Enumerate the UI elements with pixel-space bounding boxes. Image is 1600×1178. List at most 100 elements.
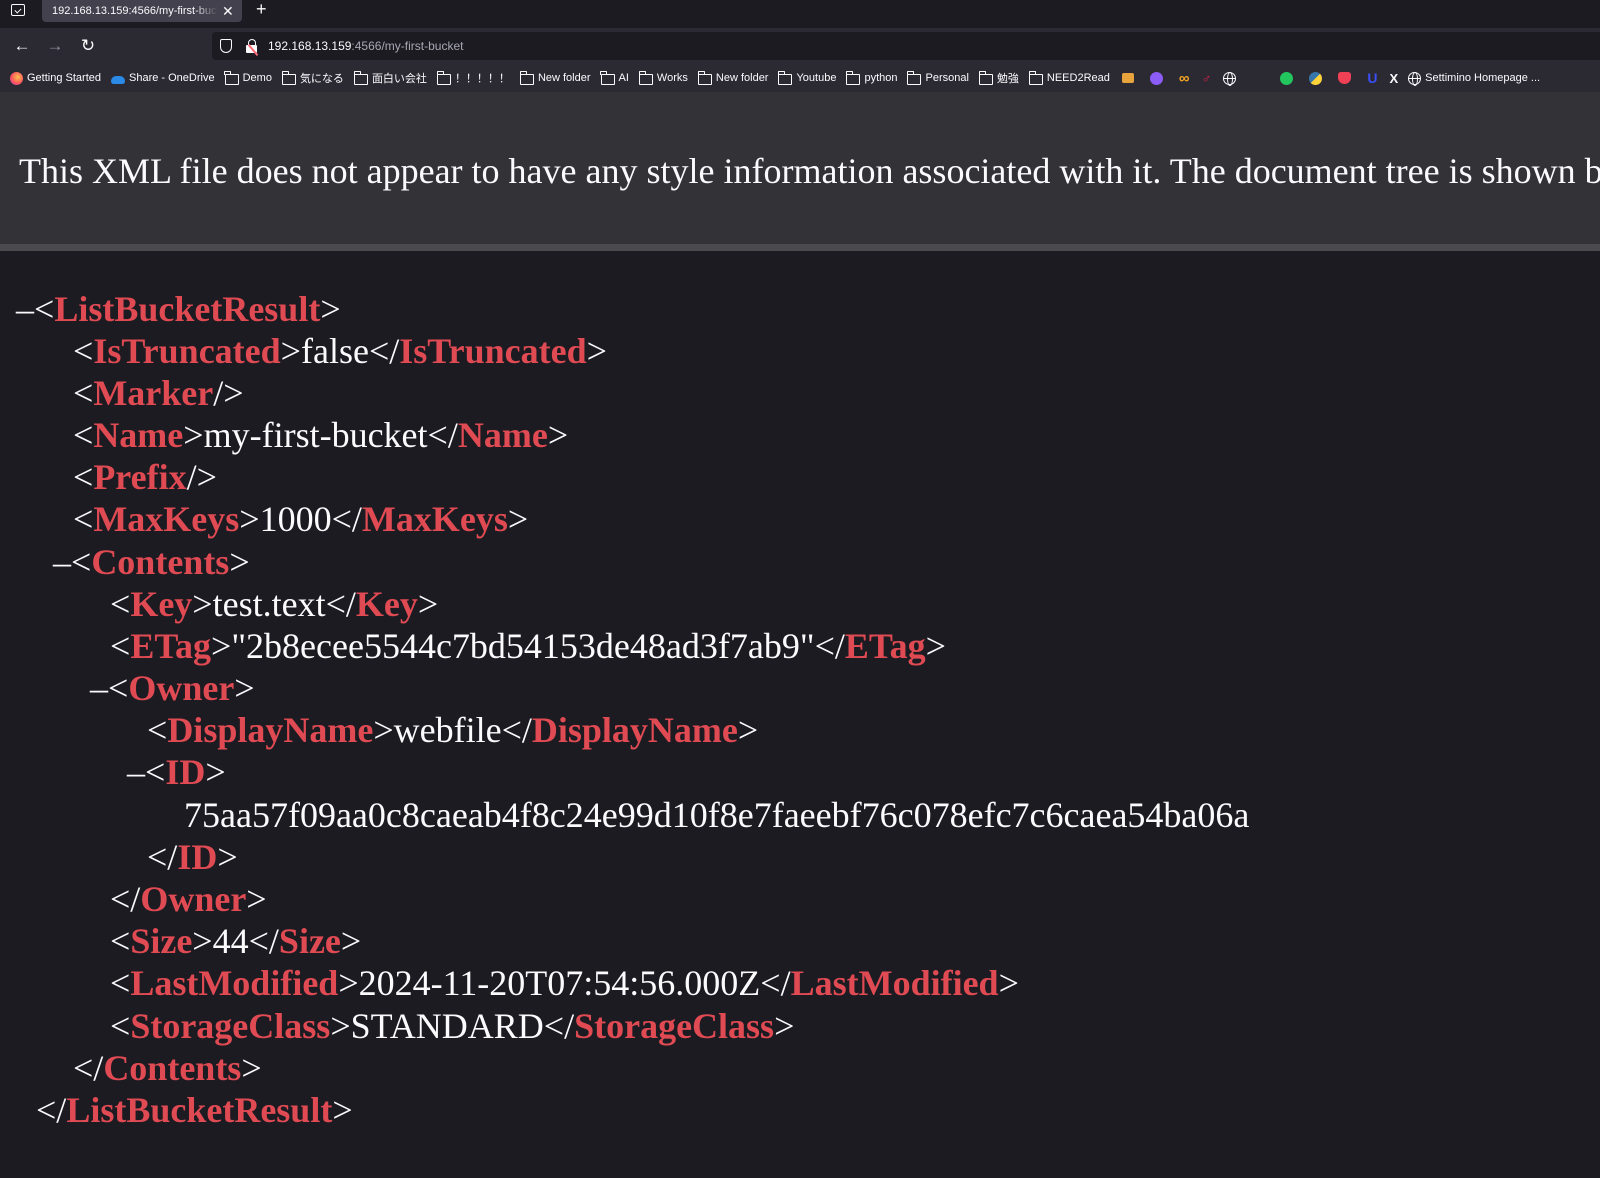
xml-tag: Name bbox=[93, 415, 184, 455]
xml-value: test.text bbox=[212, 584, 326, 624]
bookmark-folder-youtube[interactable]: Youtube bbox=[778, 71, 836, 85]
python-icon[interactable] bbox=[1309, 71, 1323, 85]
bookmark-settimino[interactable]: Settimino Homepage ... bbox=[1408, 71, 1541, 86]
xml-tag: Contents bbox=[103, 1048, 242, 1088]
xml-value: my-first-bucket bbox=[203, 415, 428, 455]
firefox-icon bbox=[10, 71, 23, 85]
purple-shield-icon[interactable] bbox=[1149, 71, 1163, 85]
collapse-toggle[interactable]: – bbox=[90, 668, 108, 708]
xml-tag: ETag bbox=[844, 626, 926, 666]
folder-icon bbox=[846, 71, 861, 85]
xml-tag: IsTruncated bbox=[93, 331, 281, 371]
xml-line-etag: <ETag>"2b8ecee5544c7bd54153de48ad3f7ab9"… bbox=[110, 626, 946, 666]
xml-line-id-open: –<ID> bbox=[127, 752, 226, 792]
bookmark-label: Works bbox=[656, 72, 688, 84]
onedrive-cloud-icon bbox=[111, 75, 125, 84]
tracking-shield-icon[interactable] bbox=[220, 39, 232, 53]
bookmark-folder-works[interactable]: Works bbox=[638, 71, 688, 85]
tab-title: 192.168.13.159:4566/my-first-bucket bbox=[52, 5, 218, 17]
collapse-toggle[interactable]: – bbox=[16, 289, 34, 329]
xml-tag: IsTruncated bbox=[399, 331, 587, 371]
bookmark-folder-need2read[interactable]: NEED2Read bbox=[1028, 71, 1110, 85]
xml-line-root-open: –<ListBucketResult> bbox=[16, 289, 341, 329]
folder-icon bbox=[281, 71, 296, 85]
xml-tag: LastModified bbox=[130, 963, 339, 1003]
bookmark-label: AI bbox=[618, 72, 629, 84]
xml-value: 2024-11-20T07:54:56.000Z bbox=[358, 963, 761, 1003]
bookmark-folder-ai[interactable]: AI bbox=[600, 71, 629, 85]
xml-tag: Owner bbox=[128, 668, 235, 708]
url-host: 192.168.13.159 bbox=[268, 39, 352, 53]
xml-line-contents-open: –<Contents> bbox=[53, 542, 250, 582]
url-path: :4566/my-first-bucket bbox=[351, 39, 464, 53]
bookmark-folder-personal[interactable]: Personal bbox=[907, 71, 969, 85]
globe-icon bbox=[1408, 71, 1422, 86]
xml-tag: LastModified bbox=[790, 963, 999, 1003]
red-app-icon[interactable]: ♂ bbox=[1202, 71, 1212, 86]
bookmark-folder-demo[interactable]: Demo bbox=[224, 71, 272, 85]
folder-icon bbox=[519, 71, 534, 85]
folder-icon bbox=[600, 71, 615, 85]
url-text[interactable]: 192.168.13.159:4566/my-first-bucket bbox=[268, 39, 463, 53]
bookmark-label: Getting Started bbox=[27, 72, 101, 84]
xml-value: 75aa57f09aa0c8caeab4f8c24e99d10f8e7faeeb… bbox=[184, 795, 1250, 835]
infinity-icon[interactable]: ∞ bbox=[1179, 70, 1190, 87]
bookmark-getting-started[interactable]: Getting Started bbox=[10, 71, 101, 85]
bookmark-folder-new-folder-2[interactable]: New folder bbox=[697, 71, 769, 85]
pocket-icon[interactable] bbox=[1338, 72, 1352, 84]
bookmark-label: 勉強 bbox=[996, 73, 1019, 85]
xml-style-notice: This XML file does not appear to have an… bbox=[0, 92, 1600, 244]
collapse-toggle[interactable]: – bbox=[127, 752, 145, 792]
green-chat-icon[interactable] bbox=[1280, 71, 1294, 85]
reload-icon[interactable]: ↻ bbox=[76, 34, 100, 58]
xml-line-key: <Key>test.text</Key> bbox=[110, 584, 439, 624]
xml-line-displayname: <DisplayName>webfile</DisplayName> bbox=[147, 710, 759, 750]
close-icon[interactable]: ✕ bbox=[222, 4, 234, 18]
xml-value: 1000 bbox=[259, 499, 332, 539]
image-icon[interactable] bbox=[1121, 73, 1134, 83]
folder-icon bbox=[978, 71, 993, 85]
bookmark-label: ！！！！！ bbox=[454, 73, 510, 85]
xml-line-prefix: <Prefix/> bbox=[73, 457, 217, 497]
plus-icon[interactable]: + bbox=[256, 0, 267, 18]
xml-tag: Name bbox=[457, 415, 548, 455]
collapse-toggle[interactable]: – bbox=[53, 542, 71, 582]
tab-list-icon[interactable] bbox=[6, 0, 30, 20]
xml-line-id-value: 75aa57f09aa0c8caeab4f8c24e99d10f8e7faeeb… bbox=[184, 794, 1249, 836]
x-icon[interactable]: X bbox=[1389, 71, 1398, 86]
bookmark-folder-kininaru[interactable]: 気になる bbox=[281, 70, 344, 86]
xml-line-owner-open: –<Owner> bbox=[90, 668, 255, 708]
bookmark-folder-benkyou[interactable]: 勉強 bbox=[978, 70, 1019, 86]
arrow-right-icon[interactable]: → bbox=[43, 34, 67, 58]
xml-value: webfile bbox=[393, 710, 502, 750]
bookmark-label: Settimino Homepage ... bbox=[1425, 72, 1541, 84]
bookmark-folder-python[interactable]: python bbox=[846, 71, 897, 85]
xml-tag: StorageClass bbox=[574, 1006, 775, 1046]
xml-value: 44 bbox=[212, 921, 249, 961]
bookmark-label: New folder bbox=[715, 72, 769, 84]
insecure-lock-icon[interactable] bbox=[246, 39, 259, 57]
bookmark-label: 気になる bbox=[299, 73, 344, 85]
globe-icon[interactable] bbox=[1223, 71, 1237, 86]
active-tab[interactable]: 192.168.13.159:4566/my-first-bucket ✕ bbox=[42, 0, 242, 22]
blue-u-icon[interactable]: U bbox=[1367, 70, 1377, 86]
xml-tag: Key bbox=[130, 584, 193, 624]
bookmark-onedrive[interactable]: Share - OneDrive bbox=[111, 72, 215, 84]
notice-divider bbox=[0, 244, 1600, 251]
xml-line-marker: <Marker/> bbox=[73, 373, 244, 413]
bookmark-folder-new-folder[interactable]: New folder bbox=[519, 71, 591, 85]
xml-tag: ListBucketResult bbox=[66, 1090, 333, 1130]
folder-icon bbox=[697, 71, 712, 85]
xml-tag: DisplayName bbox=[531, 710, 738, 750]
xml-line-root-close: </ListBucketResult> bbox=[36, 1090, 353, 1130]
folder-icon bbox=[778, 71, 793, 85]
xml-tag: Size bbox=[130, 921, 193, 961]
url-bar[interactable]: 192.168.13.159:4566/my-first-bucket bbox=[212, 32, 1600, 60]
arrow-left-icon[interactable]: ← bbox=[10, 34, 34, 58]
bookmark-folder-omoshiroi[interactable]: 面白い会社 bbox=[353, 70, 427, 86]
bookmark-label: Personal bbox=[925, 72, 969, 84]
folder-icon bbox=[638, 71, 653, 85]
xml-tag: Prefix bbox=[93, 457, 187, 497]
bookmark-folder-exclaim[interactable]: ！！！！！ bbox=[436, 70, 510, 86]
xml-tag: ETag bbox=[130, 626, 212, 666]
